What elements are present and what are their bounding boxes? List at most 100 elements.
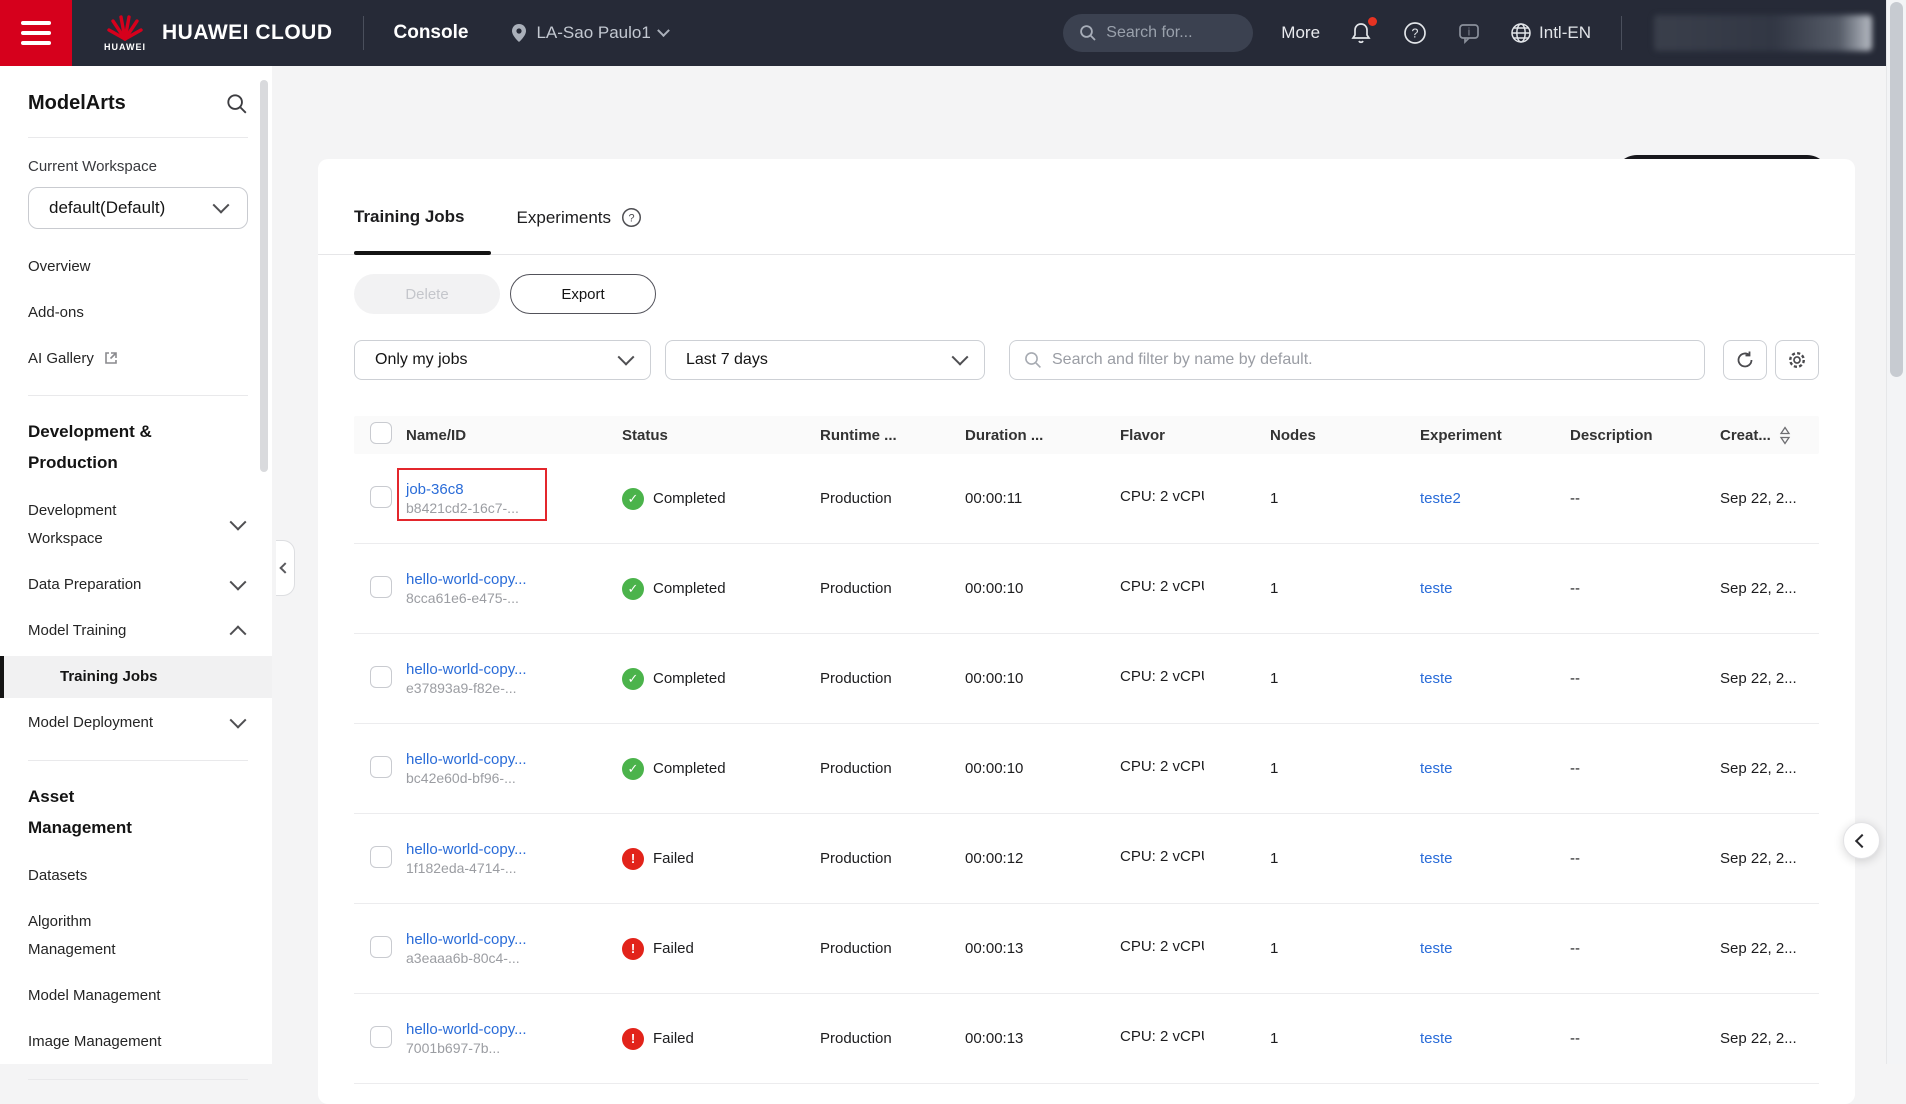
delete-button[interactable]: Delete (354, 274, 500, 314)
duration-cell: 00:00:10 (965, 580, 1120, 597)
search-input[interactable] (1052, 351, 1690, 369)
job-name-link[interactable]: hello-world-copy... (406, 751, 622, 768)
sort-icon[interactable] (1779, 425, 1791, 446)
sidebar-item-data-preparation[interactable]: Data Preparation (28, 562, 248, 608)
sidebar-item-datasets[interactable]: Datasets (28, 853, 248, 899)
job-id: bc42e60d-bf96-... (406, 770, 622, 786)
column-header-created[interactable]: Creat... (1720, 425, 1791, 446)
sidebar-collapse-handle[interactable] (276, 540, 295, 596)
column-header-nodes: Nodes (1270, 427, 1420, 444)
hamburger-menu-icon[interactable] (0, 0, 72, 66)
experiment-link[interactable]: teste (1420, 670, 1453, 687)
experiment-link[interactable]: teste (1420, 850, 1453, 867)
duration-cell: 00:00:10 (965, 760, 1120, 777)
huawei-logo[interactable]: HUAWEI (104, 15, 146, 52)
job-name-link[interactable]: hello-world-copy... (406, 931, 622, 948)
help-icon[interactable]: ? (1402, 20, 1428, 46)
workspace-select[interactable]: default(Default) (28, 187, 248, 229)
status-icon: ✓ (622, 758, 644, 780)
created-cell: Sep 22, 2... (1720, 670, 1819, 687)
job-id: 1f182eda-4714-... (406, 860, 622, 876)
sidebar-item-ai-gallery[interactable]: AI Gallery (28, 335, 248, 381)
job-id: 7001b697-7b... (406, 1040, 622, 1056)
sidebar-item-development-workspace[interactable]: Development Workspace (28, 488, 248, 562)
feedback-icon[interactable]: i (1456, 20, 1482, 46)
help-icon[interactable]: ? (621, 207, 642, 228)
select-all-checkbox[interactable] (370, 422, 392, 444)
flavor-cell: CPU: 2 vCPU (1120, 938, 1204, 955)
nodes-cell: 1 (1270, 760, 1420, 777)
column-header-status: Status (622, 427, 820, 444)
duration-cell: 00:00:11 (965, 490, 1120, 507)
panel-collapse-button[interactable] (1843, 822, 1880, 859)
job-name-link[interactable]: hello-world-copy... (406, 1021, 622, 1038)
global-search-input[interactable]: Search for... (1063, 14, 1253, 52)
chevron-down-icon (230, 574, 247, 591)
experiment-link[interactable]: teste (1420, 940, 1453, 957)
search-icon (1024, 351, 1042, 369)
job-name-link[interactable]: hello-world-copy... (406, 571, 622, 588)
row-checkbox[interactable] (370, 756, 392, 778)
experiment-link[interactable]: teste2 (1420, 490, 1461, 507)
runtime-cell: Production (820, 940, 965, 957)
time-range-select[interactable]: Last 7 days (665, 340, 985, 380)
training-jobs-table: Name/ID Status Runtime ... Duration ... … (354, 416, 1819, 1084)
more-menu[interactable]: More (1281, 23, 1320, 43)
nodes-cell: 1 (1270, 490, 1420, 507)
divider (28, 137, 248, 138)
job-name-link[interactable]: job-36c8 (406, 481, 622, 498)
row-checkbox[interactable] (370, 846, 392, 868)
experiment-link[interactable]: teste (1420, 1030, 1453, 1047)
region-selector[interactable]: LA-Sao Paulo1 (510, 23, 667, 43)
description-cell: -- (1570, 850, 1720, 867)
column-settings-button[interactable] (1775, 340, 1819, 380)
sidebar-item-model-training[interactable]: Model Training (28, 608, 248, 654)
job-name-link[interactable]: hello-world-copy... (406, 661, 622, 678)
experiment-link[interactable]: teste (1420, 760, 1453, 777)
job-scope-select[interactable]: Only my jobs (354, 340, 651, 380)
account-name-redacted[interactable] (1654, 15, 1872, 51)
tab-experiments[interactable]: Experiments ? (517, 205, 642, 254)
sidebar-item-training-jobs-active[interactable]: Training Jobs (0, 656, 272, 698)
job-name-link[interactable]: hello-world-copy... (406, 841, 622, 858)
row-checkbox[interactable] (370, 576, 392, 598)
sidebar-item-overview[interactable]: Overview (28, 243, 248, 289)
row-checkbox[interactable] (370, 486, 392, 508)
sidebar-scrollbar[interactable] (260, 80, 268, 472)
nodes-cell: 1 (1270, 940, 1420, 957)
section-heading-development: Development & Production (28, 416, 160, 478)
chevron-down-icon (952, 349, 969, 366)
status-icon: ! (622, 938, 644, 960)
sidebar-item-image-management[interactable]: Image Management (28, 1019, 248, 1065)
column-header-name-id: Name/ID (406, 427, 622, 444)
scrollbar-thumb[interactable] (1890, 2, 1903, 377)
row-checkbox[interactable] (370, 1026, 392, 1048)
page-scrollbar[interactable] (1886, 0, 1906, 1064)
duration-cell: 00:00:13 (965, 1030, 1120, 1047)
console-link[interactable]: Console (394, 22, 469, 44)
table-row: hello-world-copy... 1f182eda-4714-... ! … (354, 814, 1819, 904)
description-cell: -- (1570, 940, 1720, 957)
region-label: LA-Sao Paulo1 (536, 23, 650, 43)
row-checkbox[interactable] (370, 936, 392, 958)
tab-training-jobs[interactable]: Training Jobs (354, 205, 465, 253)
language-selector[interactable]: Intl-EN (1510, 22, 1591, 44)
export-button[interactable]: Export (510, 274, 656, 314)
huawei-petals-icon (104, 15, 146, 41)
created-cell: Sep 22, 2... (1720, 1030, 1819, 1047)
sidebar-item-algorithm-management[interactable]: Algorithm Management (28, 899, 248, 973)
status-label: Completed (653, 760, 726, 777)
notifications-bell-icon[interactable] (1348, 20, 1374, 46)
row-checkbox[interactable] (370, 666, 392, 688)
refresh-button[interactable] (1723, 340, 1767, 380)
created-cell: Sep 22, 2... (1720, 850, 1819, 867)
sidebar-item-model-deployment[interactable]: Model Deployment (28, 700, 248, 746)
status-label: Failed (653, 850, 694, 867)
sidebar-item-add-ons[interactable]: Add-ons (28, 289, 248, 335)
sidebar-search-icon[interactable] (226, 93, 248, 115)
global-search-placeholder: Search for... (1106, 24, 1192, 42)
svg-text:i: i (1468, 27, 1470, 39)
experiment-link[interactable]: teste (1420, 580, 1453, 597)
sidebar-item-model-management[interactable]: Model Management (28, 973, 248, 1019)
description-cell: -- (1570, 760, 1720, 777)
